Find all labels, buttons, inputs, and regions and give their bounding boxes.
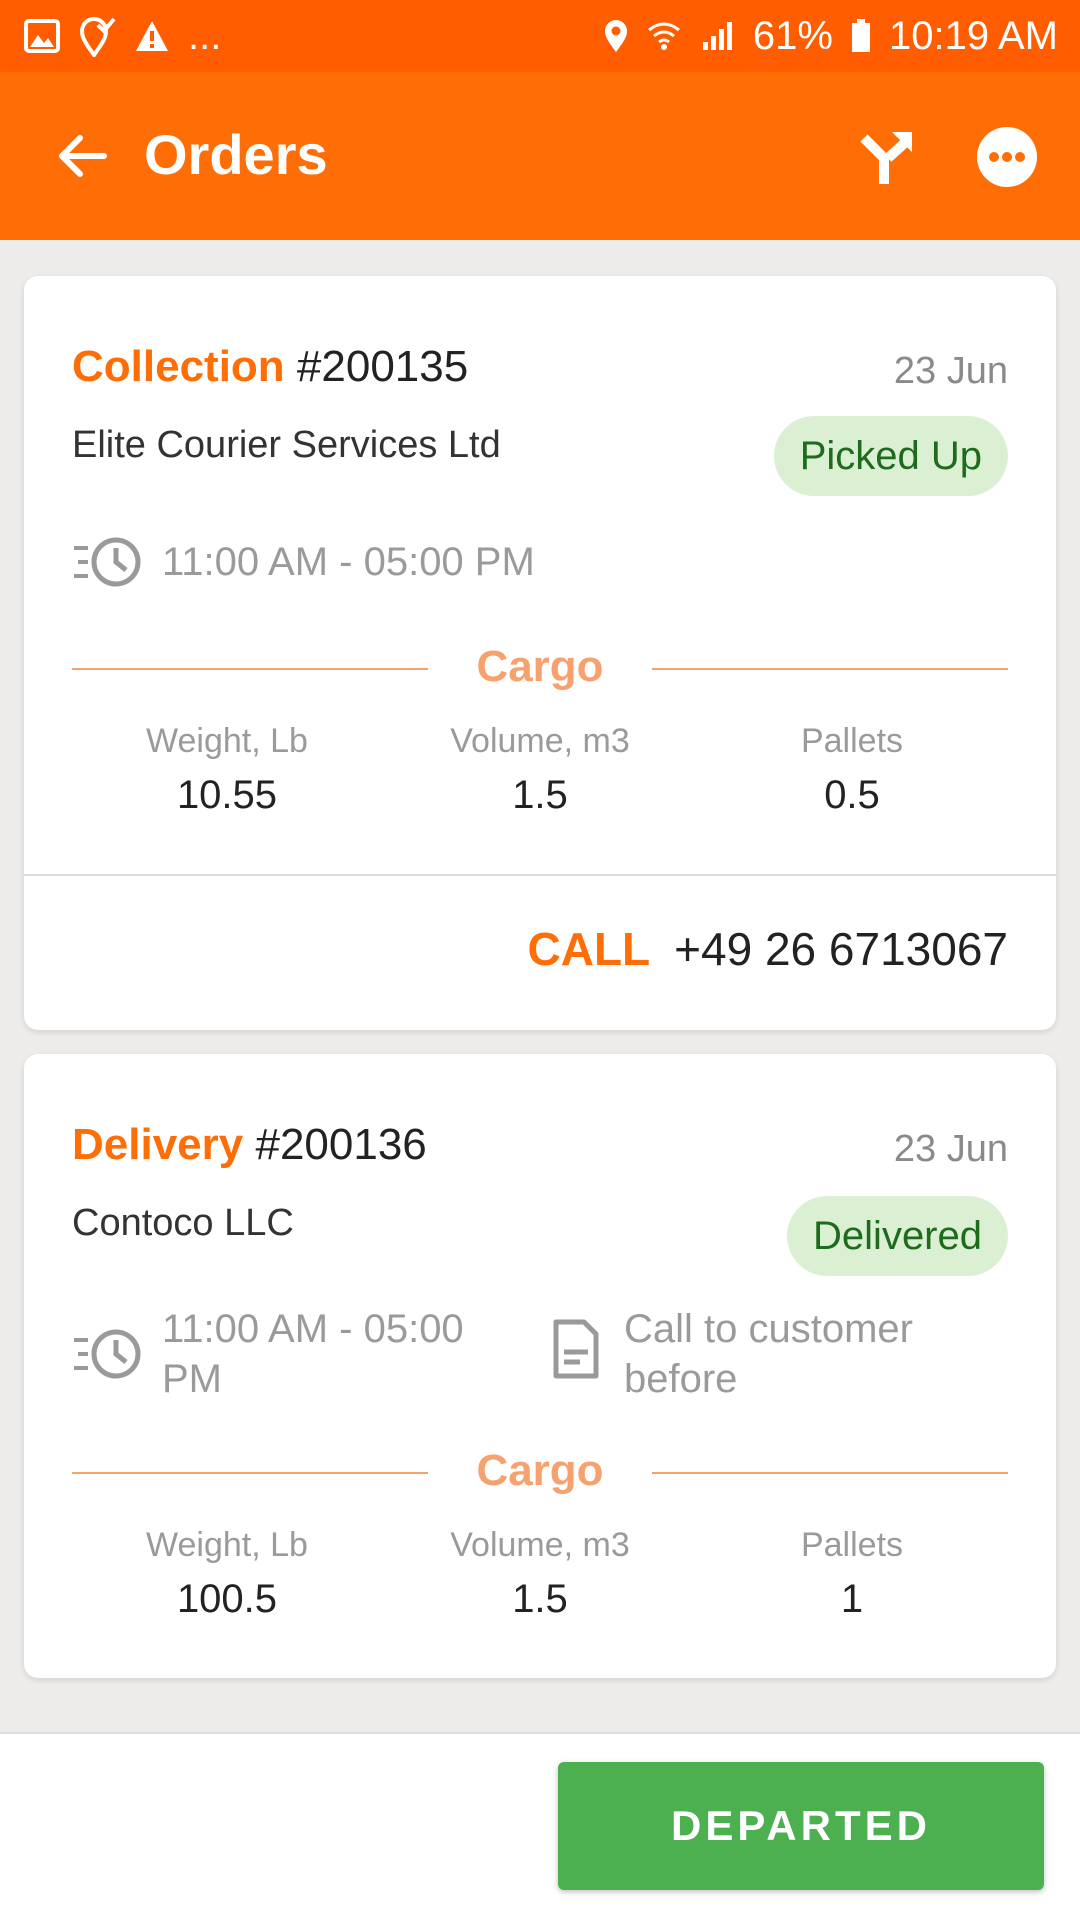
wifi-icon [647,22,680,50]
order-type: Collection [72,342,285,391]
phone-number[interactable]: +49 26 6713067 [674,922,1008,976]
time-text-line2: PM [162,1357,222,1401]
departed-button[interactable]: DEPARTED [558,1762,1044,1890]
metric-label: Pallets [800,1526,904,1564]
call-row[interactable]: CALL +49 26 6713067 [528,922,1008,976]
metric-value: 1.5 [512,1577,568,1621]
metric-label: Pallets [800,722,904,760]
order-card[interactable]: Collection #200135 23 Jun Elite Courier … [24,276,1056,1030]
pallets-metric: Pallets 1 [697,1526,1007,1622]
status-more: ... [188,13,222,58]
status-time: 10:19 AM [888,13,1058,58]
back-arrow-icon[interactable] [56,130,108,182]
weight-metric: Weight, Lb 10.55 [72,722,382,818]
order-card[interactable]: Delivery #200136 23 Jun Contoco LLC Deli… [24,1054,1056,1678]
document-icon [553,1319,599,1379]
metric-value: 1 [840,1577,864,1621]
time-window: 11:00 AM - 05:00 PM [72,1304,464,1404]
battery-percent: 61% [752,13,833,58]
order-number: #200136 [255,1120,427,1169]
metric-label: Volume, m3 [450,1526,630,1564]
order-number: #200135 [296,342,469,391]
battery-icon [851,19,870,52]
bottom-bar: DEPARTED [0,1732,1080,1920]
company-name: Elite Courier Services Ltd [72,424,501,466]
metric-label: Weight, Lb [146,722,308,760]
order-date: 23 Jun [893,1128,1008,1170]
warning-icon [136,21,168,51]
location-check-icon [79,17,116,57]
time-text: 11:00 AM - 05:00 PM [162,539,535,584]
app-bar: Orders [0,72,1080,240]
image-icon [24,19,60,53]
metric-value: 10.55 [176,773,278,817]
time-text-line1: 11:00 AM - 05:00 [162,1307,464,1351]
order-type: Delivery [72,1120,244,1169]
status-bar: ... 61% 10:19 AM [0,0,1080,72]
metric-value: 0.5 [824,773,880,817]
cargo-divider-right [652,1472,1008,1474]
pallets-metric: Pallets 0.5 [697,722,1007,818]
note-text: Call to customer before [624,1304,913,1404]
status-right: 61% 10:19 AM [603,14,1058,59]
page-title: Orders [144,123,328,186]
time-text: 11:00 AM - 05:00 PM [162,1304,464,1404]
weight-metric: Weight, Lb 100.5 [72,1526,382,1622]
schedule-clock-icon [74,537,141,587]
time-window: 11:00 AM - 05:00 PM [72,534,535,590]
volume-metric: Volume, m3 1.5 [385,1526,695,1622]
route-icon[interactable] [858,128,916,186]
metric-value: 1.5 [512,773,568,817]
status-badge: Delivered [787,1196,1008,1276]
company-name: Contoco LLC [72,1202,294,1244]
cargo-title: Cargo [476,1446,604,1495]
card-divider [24,874,1056,876]
status-left: ... [24,14,221,59]
metric-label: Weight, Lb [146,1526,308,1564]
more-options-icon[interactable] [976,126,1038,188]
metric-label: Volume, m3 [450,722,630,760]
cargo-divider-right [652,668,1008,670]
cargo-title: Cargo [476,642,604,691]
order-note: Call to customer before [552,1304,913,1404]
call-button[interactable]: CALL [528,922,651,976]
schedule-clock-icon [74,1329,141,1379]
note-text-line2: before [624,1357,738,1401]
order-date: 23 Jun [893,350,1008,392]
status-badge: Picked Up [773,416,1008,496]
metric-value: 100.5 [176,1577,278,1621]
signal-icon [702,22,732,50]
order-heading: Collection #200135 [72,342,468,392]
volume-metric: Volume, m3 1.5 [385,722,695,818]
order-heading: Delivery #200136 [72,1120,427,1170]
location-pin-icon [604,20,627,52]
note-text-line1: Call to customer [624,1307,913,1351]
